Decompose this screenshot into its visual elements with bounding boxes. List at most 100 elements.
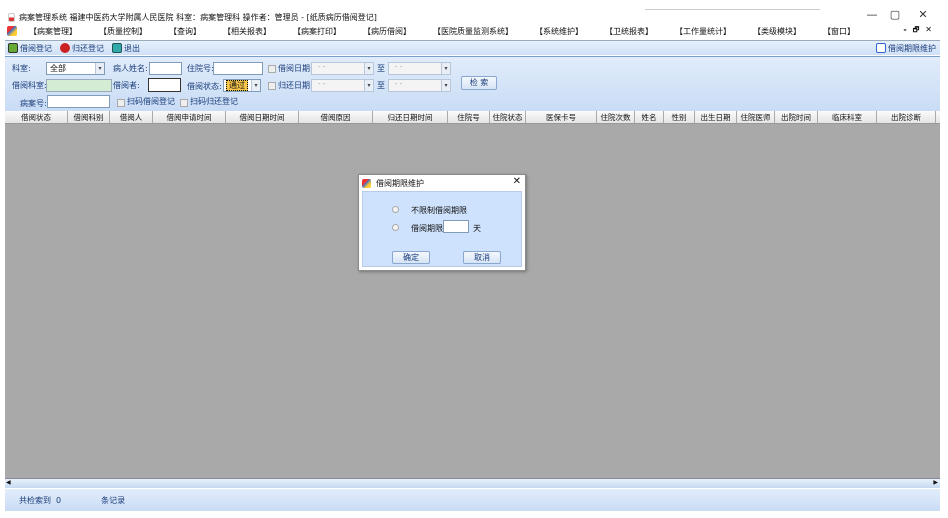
unlimited-radio[interactable]	[392, 206, 399, 213]
mdi-minimize-button[interactable]: -	[903, 25, 912, 34]
mdi-restore-button[interactable]: 🗗	[913, 26, 926, 34]
close-button[interactable]: ✕	[913, 8, 933, 21]
column-header[interactable]: 住院医师	[737, 111, 775, 123]
menu-health-stats[interactable]: 【卫统报表】	[605, 26, 653, 37]
dialog-close-button[interactable]: ✕	[513, 176, 521, 187]
status-bar: 共检索到 0 条记录	[5, 489, 940, 511]
column-header[interactable]: 出院时间	[775, 111, 818, 123]
borrow-date-from[interactable]: - - ▾	[311, 62, 374, 75]
return-register-button[interactable]: 归还登记	[60, 43, 104, 54]
borrow-limit-label: 借阅期限维护	[888, 43, 936, 53]
app-icon	[8, 12, 15, 22]
column-header[interactable]: 住院号	[448, 111, 490, 123]
column-header[interactable]: 性别	[664, 111, 695, 123]
to-label: 至	[377, 81, 385, 90]
column-header[interactable]: 医保卡号	[526, 111, 597, 123]
menu-reports[interactable]: 【相关报表】	[223, 26, 271, 37]
ok-button[interactable]: 确定	[392, 251, 430, 264]
borrow-date-to[interactable]: - - ▾	[388, 62, 451, 75]
inpatient-no-input[interactable]	[213, 62, 263, 75]
chevron-down-icon: ▾	[441, 80, 450, 91]
chevron-down-icon: ▾	[364, 63, 373, 74]
exit-icon	[112, 43, 122, 53]
return-icon	[60, 43, 70, 53]
exit-button[interactable]: 退出	[112, 43, 140, 54]
exit-label: 退出	[124, 43, 140, 53]
menu-workload[interactable]: 【工作量统计】	[675, 26, 731, 37]
menu-query[interactable]: 【查询】	[169, 26, 201, 37]
menu-case-print[interactable]: 【病案打印】	[293, 26, 341, 37]
to-label: 至	[377, 64, 385, 73]
column-header[interactable]: 住院状态	[490, 111, 526, 123]
patient-name-label: 病人姓名:	[113, 64, 148, 73]
menu-quality-control[interactable]: 【质量控制】	[99, 26, 147, 37]
patient-name-input[interactable]	[149, 62, 182, 75]
limit-radio[interactable]	[392, 224, 399, 231]
date-placeholder: - -	[318, 80, 326, 88]
menu-module[interactable]: 【类级模块】	[753, 26, 801, 37]
column-header[interactable]: 借阅人	[110, 111, 153, 123]
maximize-button[interactable]: ▢	[885, 8, 905, 21]
dept-select[interactable]: 全部 ▾	[46, 62, 105, 75]
toolbar: 借阅登记 归还登记 退出 借阅期限维护	[5, 40, 940, 55]
column-header[interactable]: 归还日期时间	[373, 111, 448, 123]
days-input[interactable]	[443, 220, 469, 233]
borrower-label: 借阅者:	[113, 81, 140, 90]
borrow-dept-input[interactable]	[46, 79, 112, 92]
column-header[interactable]: 借阅日期时间	[226, 111, 299, 123]
case-no-label: 病案号:	[20, 99, 47, 108]
title-separator	[645, 9, 820, 10]
scroll-left-icon[interactable]: ◀	[6, 479, 11, 486]
cancel-button[interactable]: 取消	[463, 251, 501, 264]
column-header[interactable]: 姓名	[635, 111, 664, 123]
scan-return-label: 扫码归还登记	[190, 97, 238, 106]
dept-label: 科室:	[12, 64, 31, 73]
minimize-button[interactable]: —	[862, 8, 882, 21]
horizontal-scrollbar[interactable]: ◀ ▶	[5, 478, 940, 488]
mdi-close-button[interactable]: ✕	[925, 25, 938, 34]
menu-system-maintenance[interactable]: 【系统维护】	[535, 26, 583, 37]
column-header[interactable]: 临床科室	[818, 111, 877, 123]
borrow-date-label: 借阅日期:	[278, 64, 313, 73]
return-date-to[interactable]: - - ▾	[388, 79, 451, 92]
dialog-app-icon	[362, 179, 371, 188]
record-count: 0	[56, 495, 62, 505]
borrow-date-checkbox[interactable]	[268, 65, 276, 73]
table-header: 借阅状态 借阅科别 借阅人 借阅申请时间 借阅日期时间 借阅原因 归还日期时间 住院号 住院状态…	[5, 111, 940, 124]
days-unit: 天	[473, 224, 481, 233]
search-button[interactable]: 检 索	[461, 76, 497, 90]
case-no-input[interactable]	[47, 95, 110, 108]
date-placeholder: - -	[395, 63, 403, 71]
chevron-down-icon: ▾	[364, 80, 373, 91]
checkmark-icon	[8, 43, 18, 53]
return-date-checkbox[interactable]	[268, 82, 276, 90]
chevron-down-icon: ▾	[441, 63, 450, 74]
return-register-label: 归还登记	[72, 43, 104, 53]
dialog-body: 不限制借阅期限 借阅期限 天 确定 取消	[362, 191, 522, 267]
scroll-right-icon[interactable]: ▶	[933, 479, 938, 486]
column-header[interactable]: 借阅科别	[68, 111, 110, 123]
window-title-text: 病案管理系统 福建中医药大学附属人民医院 科室：病案管理科 操作者：管理员 - …	[19, 12, 377, 22]
borrow-dept-label: 借阅科室:	[12, 81, 47, 90]
borrow-register-button[interactable]: 借阅登记	[8, 43, 52, 54]
menu-bar: 【病案管理】 【质量控制】 【查询】 【相关报表】 【病案打印】 【病历借阅】 …	[5, 23, 940, 39]
column-header[interactable]: 借阅申请时间	[153, 111, 226, 123]
borrow-limit-button[interactable]: 借阅期限维护	[876, 43, 936, 54]
column-header[interactable]: 出院诊断	[877, 111, 936, 123]
menu-record-borrow[interactable]: 【病历借阅】	[363, 26, 411, 37]
borrow-status-select[interactable]: 通过 ▾	[223, 79, 261, 92]
column-header[interactable]: 住院次数	[597, 111, 635, 123]
column-header[interactable]: 出生日期	[695, 111, 737, 123]
chevron-down-icon: ▾	[95, 63, 104, 74]
menu-window[interactable]: 【窗口】	[823, 26, 855, 37]
return-date-from[interactable]: - - ▾	[311, 79, 374, 92]
borrow-status-value: 通过	[226, 80, 248, 91]
column-header[interactable]: 借阅状态	[5, 111, 68, 123]
borrower-input[interactable]	[148, 78, 181, 92]
scan-borrow-checkbox[interactable]	[117, 99, 125, 107]
scan-return-checkbox[interactable]	[180, 99, 188, 107]
edit-icon	[876, 43, 886, 53]
menu-case-management[interactable]: 【病案管理】	[29, 26, 77, 37]
menu-quality-monitor[interactable]: 【医院质量监测系统】	[433, 26, 513, 37]
column-header[interactable]: 借阅原因	[299, 111, 373, 123]
